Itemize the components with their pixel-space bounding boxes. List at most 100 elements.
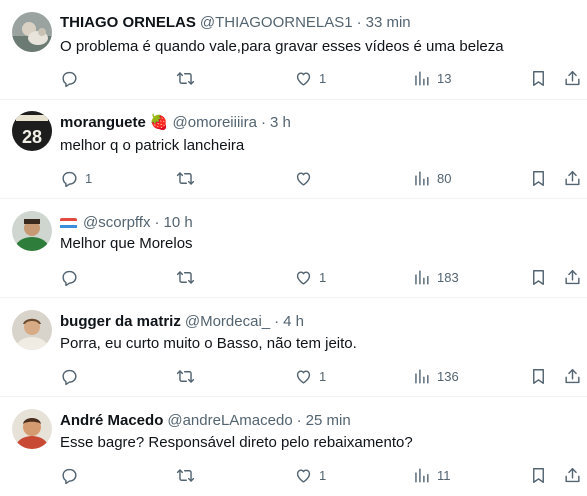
retweet-icon — [176, 369, 195, 383]
separator-dot: · — [154, 214, 160, 231]
retweet-icon — [176, 270, 195, 284]
bookmark-icon — [533, 70, 544, 86]
like-count: 1 — [319, 70, 327, 86]
share-icon — [565, 70, 580, 85]
action-bar: 1 80 — [0, 168, 587, 188]
views-button[interactable]: 11 — [412, 465, 451, 485]
timestamp[interactable]: 33 min — [366, 13, 411, 33]
reply-button[interactable] — [60, 366, 85, 386]
reply-button[interactable] — [60, 465, 85, 485]
reply-button[interactable]: 1 — [60, 168, 92, 188]
tweet-text: Esse bagre? Responsável direto pelo reba… — [60, 434, 413, 451]
share-button[interactable] — [563, 267, 582, 287]
retweet-button[interactable] — [176, 267, 201, 287]
share-button[interactable] — [563, 465, 582, 485]
like-icon — [296, 71, 311, 86]
retweet-icon — [176, 468, 195, 482]
display-name[interactable]: André Macedo — [60, 411, 163, 431]
like-button[interactable]: 1 — [294, 465, 326, 485]
bookmark-button[interactable] — [529, 366, 548, 386]
tweet-header: THIAGO ORNELAS @THIAGOORNELAS1 · 33 min — [60, 13, 411, 33]
user-handle[interactable]: @Mordecai_ — [185, 312, 270, 332]
views-count: 183 — [437, 269, 459, 285]
views-count: 13 — [437, 70, 452, 86]
timestamp[interactable]: 25 min — [306, 411, 351, 431]
action-bar: 1 136 — [0, 366, 587, 386]
tweet-text: melhor q o patrick lancheira — [60, 137, 245, 154]
share-button[interactable] — [563, 168, 582, 188]
avatar[interactable] — [12, 310, 52, 350]
like-icon — [296, 369, 311, 384]
views-count: 11 — [437, 467, 451, 483]
timestamp[interactable]: 3 h — [270, 113, 291, 133]
share-button[interactable] — [563, 68, 582, 88]
retweet-button[interactable] — [176, 465, 201, 485]
user-handle[interactable]: @scorpffx — [83, 213, 150, 233]
reply-icon — [62, 468, 77, 484]
tweet-header: @scorpffx · 10 h — [60, 213, 193, 233]
avatar[interactable]: 28 — [12, 111, 52, 151]
avatar[interactable] — [12, 409, 52, 449]
views-button[interactable]: 80 — [412, 168, 451, 188]
like-button[interactable] — [294, 168, 319, 188]
strawberry-emoji: 🍓 — [149, 114, 169, 131]
reply-icon — [62, 369, 77, 385]
tweet[interactable]: bugger da matriz @Mordecai_ · 4 h Porra,… — [0, 298, 587, 397]
tweet[interactable]: 28 moranguete 🍓 @omoreiiiira · 3 h melho… — [0, 100, 587, 199]
views-count: 136 — [437, 368, 459, 384]
tweet-header: bugger da matriz @Mordecai_ · 4 h — [60, 312, 304, 332]
share-icon — [565, 170, 580, 185]
display-name[interactable]: THIAGO ORNELAS — [60, 13, 196, 33]
like-button[interactable]: 1 — [294, 267, 326, 287]
like-button[interactable]: 1 — [294, 366, 326, 386]
views-button[interactable]: 136 — [412, 366, 459, 386]
retweet-button[interactable] — [176, 68, 201, 88]
bookmark-button[interactable] — [529, 168, 548, 188]
separator-dot: · — [356, 14, 362, 31]
share-icon — [565, 368, 580, 383]
reply-button[interactable] — [60, 267, 85, 287]
svg-text:28: 28 — [22, 127, 42, 147]
timestamp[interactable]: 4 h — [283, 312, 304, 332]
share-button[interactable] — [563, 366, 582, 386]
user-handle[interactable]: @THIAGOORNELAS1 — [200, 13, 353, 33]
views-button[interactable]: 13 — [412, 68, 451, 88]
bookmark-icon — [533, 269, 544, 285]
views-icon — [415, 170, 429, 186]
views-icon — [415, 269, 429, 285]
replies-feed: THIAGO ORNELAS @THIAGOORNELAS1 · 33 min … — [0, 0, 587, 496]
user-handle[interactable]: @omoreiiiira — [173, 113, 257, 133]
display-name[interactable]: moranguete — [60, 113, 146, 133]
like-count: 1 — [319, 368, 327, 384]
retweet-button[interactable] — [176, 366, 201, 386]
avatar[interactable] — [12, 12, 52, 52]
tweet-text: O problema é quando vale,para gravar ess… — [60, 38, 504, 55]
avatar[interactable] — [12, 211, 52, 251]
bookmark-button[interactable] — [529, 465, 548, 485]
like-icon — [296, 171, 311, 186]
separator-dot: · — [274, 313, 280, 330]
views-icon — [415, 467, 429, 483]
flag-icon — [60, 217, 77, 229]
display-name[interactable]: bugger da matriz — [60, 312, 181, 332]
tweet[interactable]: André Macedo @andreLAmacedo · 25 min Ess… — [0, 397, 587, 496]
bookmark-button[interactable] — [529, 267, 548, 287]
views-button[interactable]: 183 — [412, 267, 459, 287]
like-button[interactable]: 1 — [294, 68, 326, 88]
timestamp[interactable]: 10 h — [163, 213, 192, 233]
views-icon — [415, 70, 429, 86]
like-icon — [296, 270, 311, 285]
tweet[interactable]: THIAGO ORNELAS @THIAGOORNELAS1 · 33 min … — [0, 0, 587, 100]
bookmark-button[interactable] — [529, 68, 548, 88]
reply-icon — [62, 171, 77, 187]
retweet-button[interactable] — [176, 168, 201, 188]
reply-button[interactable] — [60, 68, 85, 88]
bookmark-icon — [533, 368, 544, 384]
tweet[interactable]: @scorpffx · 10 h Melhor que Morelos 1 18… — [0, 199, 587, 298]
tweet-text: Porra, eu curto muito o Basso, não tem j… — [60, 335, 357, 352]
views-count: 80 — [437, 170, 452, 186]
separator-dot: · — [260, 114, 266, 131]
like-count: 1 — [319, 467, 327, 483]
user-handle[interactable]: @andreLAmacedo — [167, 411, 292, 431]
like-count: 1 — [319, 269, 327, 285]
